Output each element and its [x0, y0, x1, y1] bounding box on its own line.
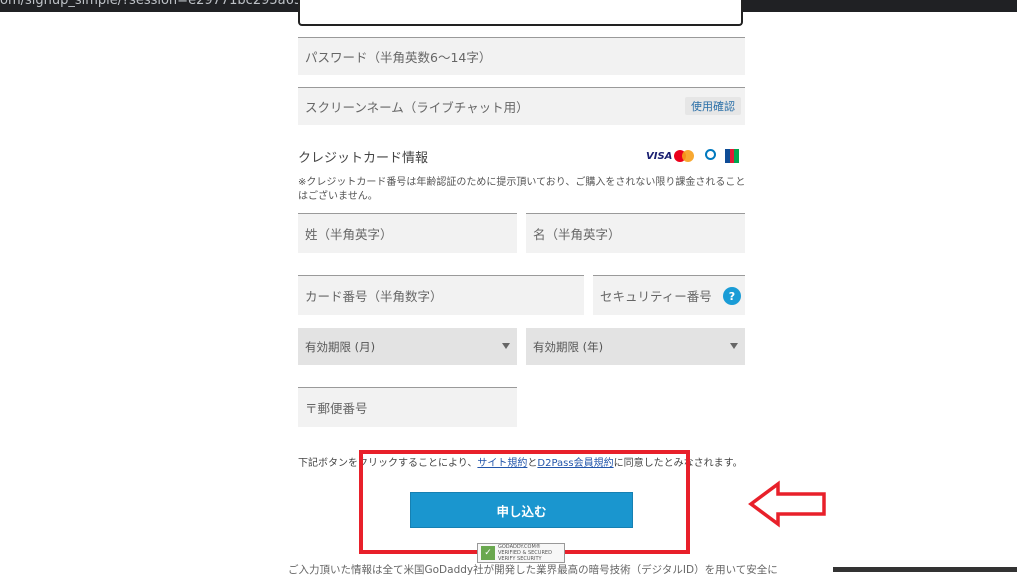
password-placeholder: パスワード（半角英数6〜14字）: [305, 50, 492, 65]
screen-name-placeholder: スクリーンネーム（ライブチャット用）: [305, 100, 529, 115]
mastercard-icon: [673, 149, 695, 163]
godaddy-security-seal[interactable]: ✓ GODADDY.COM® VERIFIED & SECURED VERIFY…: [477, 543, 565, 563]
help-icon[interactable]: ?: [723, 287, 741, 305]
first-name-field[interactable]: 名（半角英字）: [526, 213, 745, 253]
chevron-down-icon: [730, 343, 738, 349]
card-number-placeholder: カード番号（半角数字）: [305, 289, 443, 304]
diners-club-icon: [700, 149, 720, 163]
expiry-month-value: 有効期限 (月): [305, 339, 376, 354]
credit-notice: ※クレジットカード番号は年齢認証のために提示頂いており、ご購入をされない限り課金…: [298, 177, 746, 202]
highlight-annotation-box: [359, 450, 690, 554]
postal-placeholder: 〒郵便番号: [305, 401, 368, 416]
screen-name-field[interactable]: スクリーンネーム（ライブチャット用） 使用確認: [298, 87, 745, 125]
expiry-year-value: 有効期限 (年): [533, 339, 604, 354]
checkmark-icon: ✓: [481, 546, 495, 560]
check-availability-button[interactable]: 使用確認: [685, 97, 741, 115]
expiry-year-select[interactable]: 有効期限 (年): [526, 328, 745, 365]
card-brand-logos: VISA: [646, 148, 740, 164]
security-footer-text: ご入力頂いた情報は全て米国GoDaddy社が開発した業界最高の暗号技術（デジタル…: [288, 564, 778, 576]
previous-input-field[interactable]: [298, 0, 743, 26]
first-name-placeholder: 名（半角英字）: [533, 227, 621, 242]
credit-section-title: クレジットカード情報: [298, 151, 429, 166]
pointer-arrow-icon: [748, 480, 826, 528]
last-name-field[interactable]: 姓（半角英字）: [298, 213, 517, 253]
taskbar-fragment: [833, 567, 1017, 572]
postal-code-field[interactable]: 〒郵便番号: [298, 387, 517, 427]
card-number-field[interactable]: カード番号（半角数字）: [298, 275, 584, 315]
expiry-month-select[interactable]: 有効期限 (月): [298, 328, 517, 365]
security-code-field[interactable]: セキュリティー番号 ?: [593, 275, 745, 315]
security-code-placeholder: セキュリティー番号: [600, 289, 712, 304]
jcb-icon: [725, 149, 740, 163]
chevron-down-icon: [502, 343, 510, 349]
visa-icon: VISA: [646, 150, 673, 162]
last-name-placeholder: 姓（半角英字）: [305, 227, 393, 242]
password-field[interactable]: パスワード（半角英数6〜14字）: [298, 37, 745, 75]
